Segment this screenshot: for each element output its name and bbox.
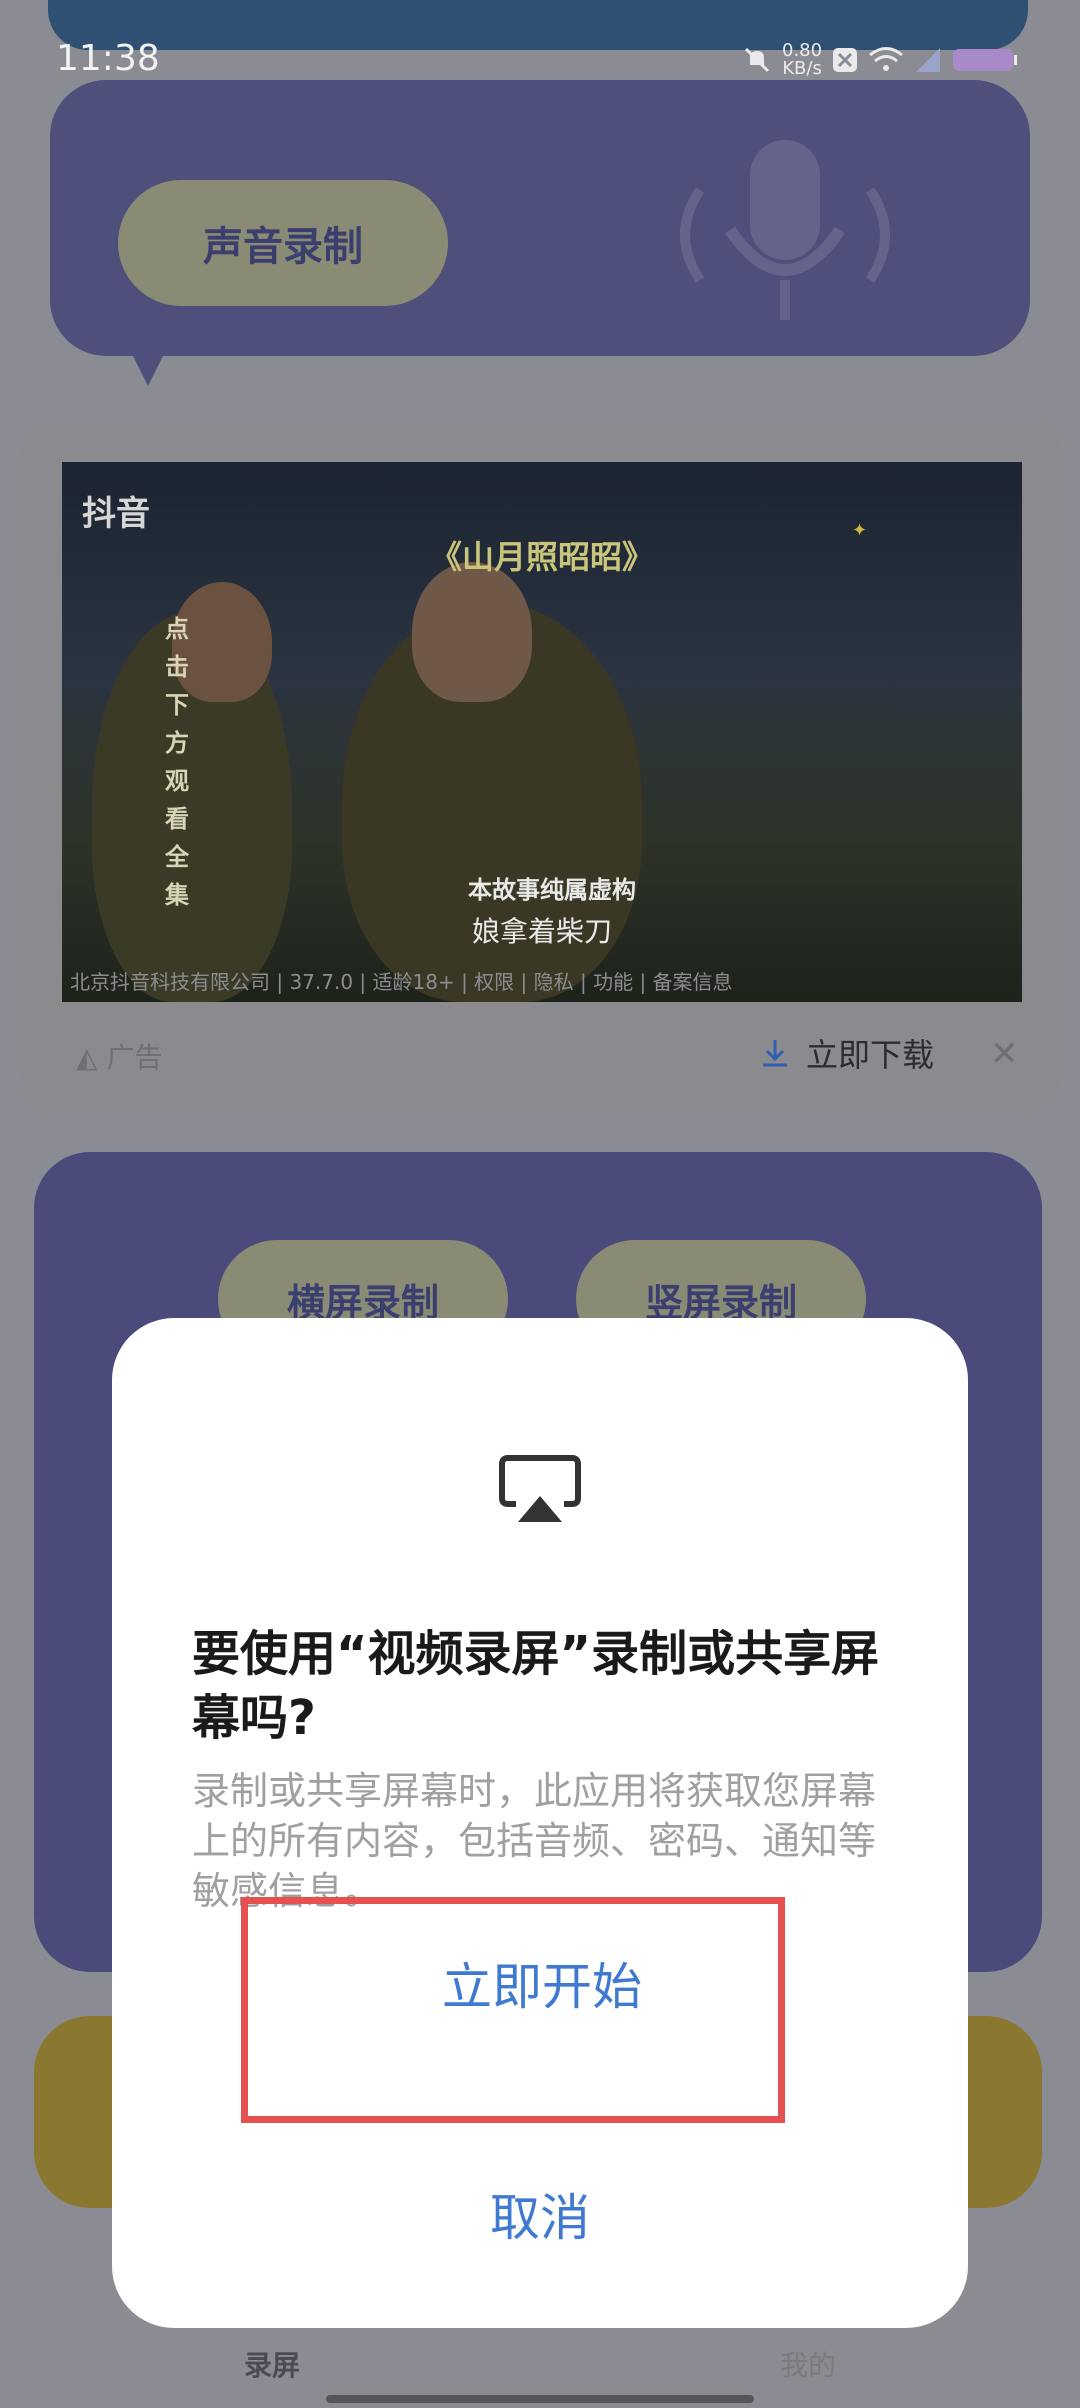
- wifi-icon: [869, 47, 904, 71]
- cancel-button[interactable]: 取消: [112, 2178, 968, 2250]
- ad-video[interactable]: 抖音 《山月照昭昭》 ✦ 点击下方观看全集 本故事纯属虚构 娘拿着柴刀 北京抖音…: [62, 462, 1022, 1002]
- screen-cast-icon: [499, 1455, 581, 1522]
- ad-vertical-text: 点击下方观看全集: [165, 615, 189, 909]
- tab-other[interactable]: 我的: [780, 2344, 836, 2384]
- ad-badge: ✦: [852, 520, 868, 541]
- ad-close-icon[interactable]: ✕: [990, 1034, 1019, 1074]
- ad-caption-small: 本故事纯属虚构: [468, 876, 636, 904]
- microphone-icon: [680, 140, 890, 320]
- highlight-box: [241, 1897, 785, 2123]
- download-button[interactable]: 立即下载: [758, 1030, 934, 1076]
- tab-record[interactable]: 录屏: [244, 2344, 300, 2384]
- signal-icon: [916, 48, 941, 72]
- ad-video-title: 《山月照昭昭》: [430, 538, 655, 576]
- home-indicator[interactable]: [326, 2395, 754, 2403]
- network-speed: 0.80 KB/s: [782, 42, 822, 78]
- speech-bubble-tail: [120, 330, 176, 386]
- ad-company-line: 北京抖音科技有限公司 | 37.7.0 | 适龄18+ | 权限 | 隐私 | …: [70, 970, 733, 994]
- voice-record-button[interactable]: 声音录制: [118, 180, 448, 306]
- download-icon: [763, 1040, 787, 1067]
- download-label: 立即下载: [806, 1036, 935, 1074]
- douyin-watermark: 抖音: [82, 494, 150, 534]
- status-icons: 0.80 KB/s: [742, 42, 1018, 78]
- screen-record-permission-dialog: 要使用“视频录屏”录制或共享屏幕吗? 录制或共享屏幕时，此应用将获取您屏幕上的所…: [112, 1318, 968, 2328]
- notification-x-icon: [833, 48, 858, 72]
- ad-label: ◭ 广告: [76, 1041, 163, 1074]
- ad-logo-icon: ◭: [76, 1041, 107, 1074]
- dialog-title: 要使用“视频录屏”录制或共享屏幕吗?: [192, 1626, 880, 1746]
- status-time: 11:38: [56, 38, 160, 79]
- ad-caption: 娘拿着柴刀: [472, 915, 613, 948]
- network-speed-unit: KB/s: [782, 58, 822, 79]
- dialog-body: 录制或共享屏幕时，此应用将获取您屏幕上的所有内容，包括音频、密码、通知等敏感信息…: [192, 1769, 877, 1913]
- battery-icon: [953, 49, 1018, 71]
- mute-icon: [744, 47, 770, 73]
